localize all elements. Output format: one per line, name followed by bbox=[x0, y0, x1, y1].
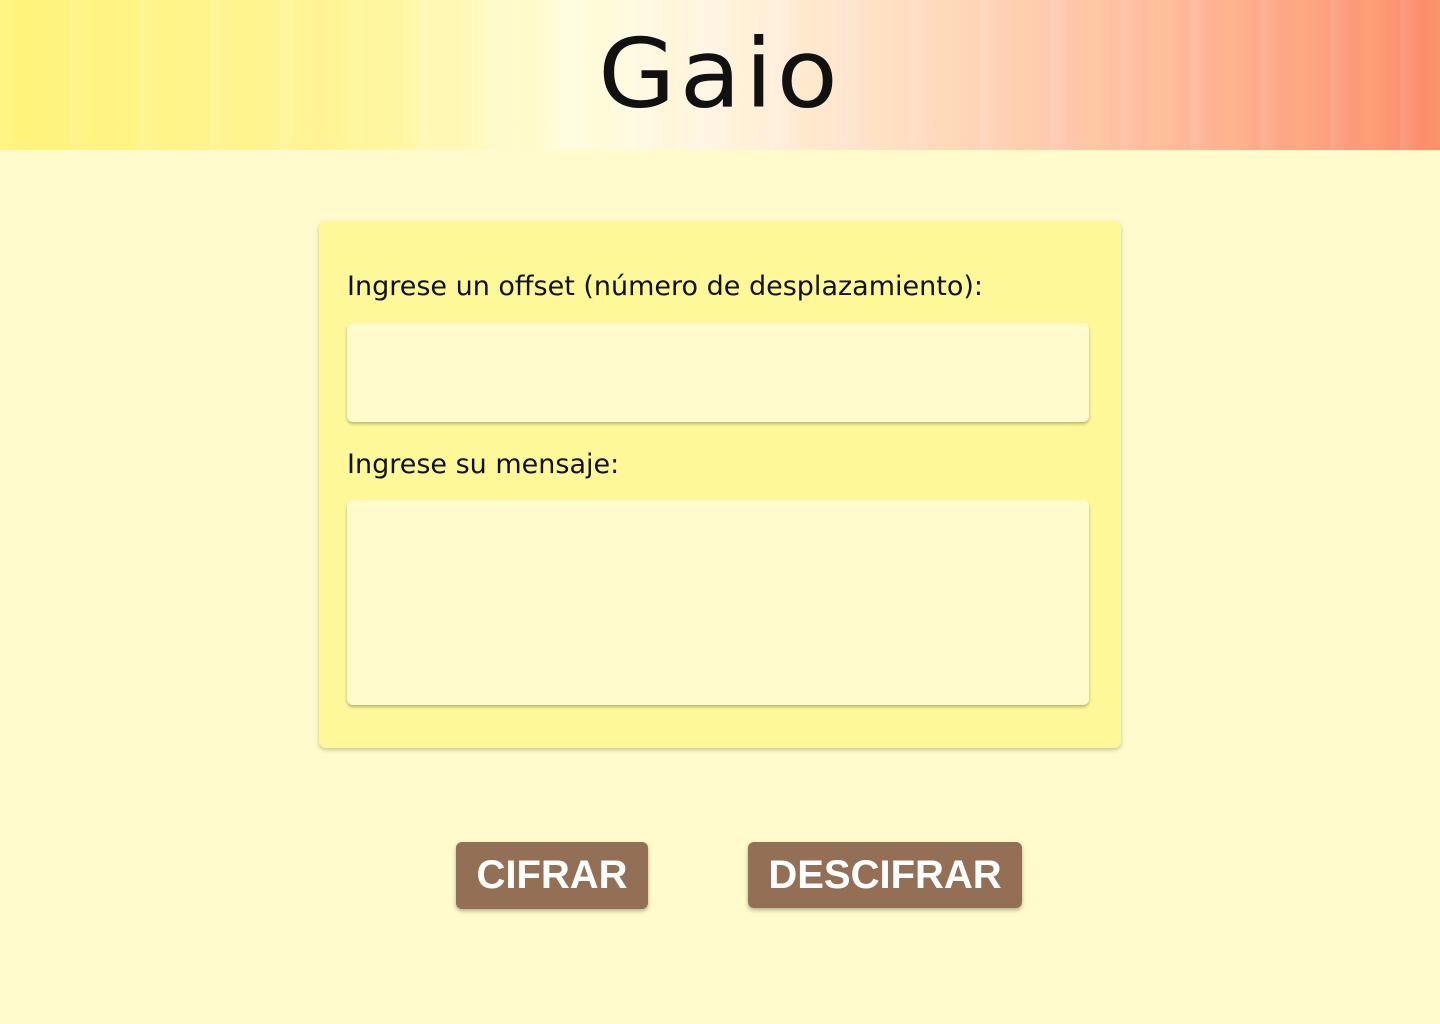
decrypt-button[interactable]: DESCIFRAR bbox=[748, 842, 1022, 908]
encrypt-button[interactable]: CIFRAR bbox=[456, 842, 648, 909]
offset-label: Ingrese un offset (número de desplazamie… bbox=[347, 271, 983, 302]
app-logo-title: Gaio bbox=[598, 17, 842, 130]
offset-input[interactable] bbox=[347, 323, 1089, 422]
message-label: Ingrese su mensaje: bbox=[347, 449, 620, 480]
header-banner: Gaio bbox=[0, 0, 1440, 150]
message-textarea[interactable] bbox=[347, 500, 1089, 705]
cipher-form-card: Ingrese un offset (número de desplazamie… bbox=[319, 221, 1121, 748]
